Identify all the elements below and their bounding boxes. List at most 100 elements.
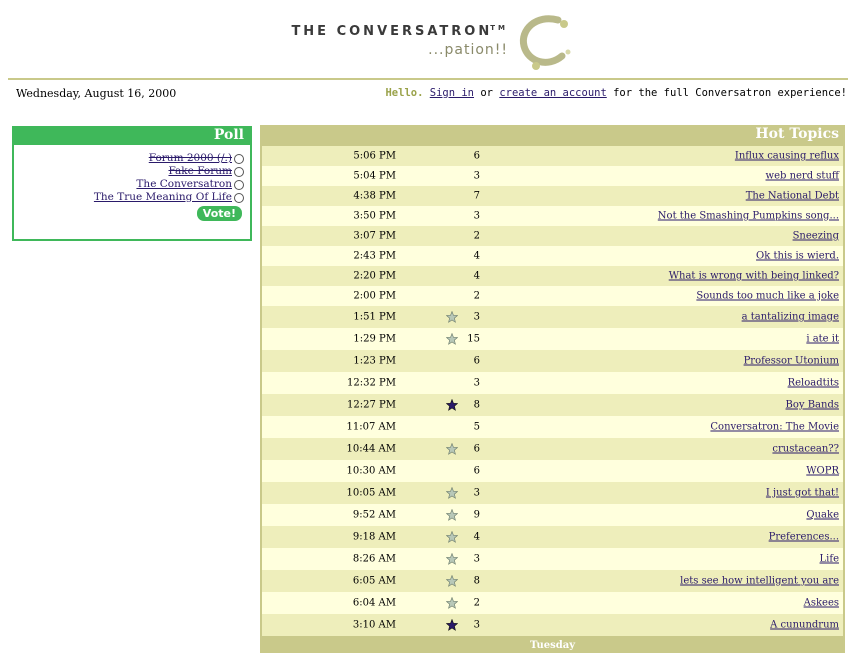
logo-swirl-icon xyxy=(519,15,571,70)
topic-title-link[interactable]: A cunundrum xyxy=(770,620,839,631)
topic-time: 2:43 PM xyxy=(353,250,396,262)
topic-reply-count: 3 xyxy=(473,487,480,499)
topic-title-link[interactable]: Preferences... xyxy=(769,532,839,543)
star-dark-icon xyxy=(446,399,458,411)
topic-row: What is wrong with being linked? 4 2:20 PM xyxy=(262,266,843,286)
radio-button[interactable] xyxy=(234,153,244,164)
topic-title-link[interactable]: i ate it xyxy=(806,334,839,345)
star-light-icon xyxy=(446,553,458,565)
topic-title-link[interactable]: I just got that! xyxy=(766,488,839,499)
topic-title-link[interactable]: Askees xyxy=(804,598,839,609)
topic-title-link[interactable]: The National Debt xyxy=(746,191,839,202)
logo-title: THE CONVERSATRON xyxy=(291,24,493,39)
topic-row: Not the Smashing Pumpkins song... 3 3:50 P… xyxy=(262,206,843,226)
hello-label: Hello. xyxy=(385,87,424,99)
topic-reply-count: 2 xyxy=(473,230,480,242)
topic-title-link[interactable]: What is wrong with being linked? xyxy=(669,271,839,282)
topic-time: 2:00 PM xyxy=(353,290,396,302)
topic-row: Askees 2 6:04 AM xyxy=(262,592,843,614)
topic-reply-count: 3 xyxy=(473,170,480,182)
topic-row: The National Debt 7 4:38 PM xyxy=(262,186,843,206)
topic-title-link[interactable]: Professor Utonium xyxy=(744,356,839,367)
radio-button[interactable] xyxy=(234,192,244,203)
create-account-link[interactable]: create an account xyxy=(499,87,606,99)
topic-reply-count: 9 xyxy=(473,509,480,521)
topic-title-link[interactable]: Sounds too much like a joke xyxy=(696,291,839,302)
topic-title-link[interactable]: Not the Smashing Pumpkins song... xyxy=(658,211,839,222)
topic-row: web nerd stuff 3 5:04 PM xyxy=(262,166,843,186)
topic-title-link[interactable]: lets see how intelligent you are xyxy=(680,576,839,587)
topic-title-link[interactable]: WOPR xyxy=(806,466,839,477)
star-light-icon xyxy=(446,333,458,345)
star-light-icon xyxy=(446,531,458,543)
topic-time: 6:04 AM xyxy=(352,597,396,609)
topic-row: i ate it 15 1:29 PM xyxy=(262,328,843,350)
topic-time: 8:26 AM xyxy=(352,553,396,565)
star-light-icon xyxy=(446,509,458,521)
topic-title-link[interactable]: a tantalizing image xyxy=(742,312,839,323)
hot-topics-panel: Hot Topics Influx causing reflux 6 5:06 PM… xyxy=(260,125,845,653)
topic-row: Conversatron: The Movie 5 11:07 AM xyxy=(262,416,843,438)
star-light-icon xyxy=(446,487,458,499)
poll-option[interactable]: Fake Forum xyxy=(94,165,244,178)
poll-option[interactable]: The Conversatron xyxy=(94,178,244,191)
logo[interactable]: THE CONVERSATRONTM ...pation!! xyxy=(288,24,508,58)
topic-time: 11:07 AM xyxy=(346,421,396,433)
topic-time: 12:32 PM xyxy=(347,377,396,389)
topic-reply-count: 6 xyxy=(473,465,480,477)
star-light-icon xyxy=(446,575,458,587)
topic-row: crustacean?? 6 10:44 AM xyxy=(262,438,843,460)
poll-option[interactable]: Forum 2000 (/.) xyxy=(94,152,244,165)
topic-row: Influx causing reflux 6 5:06 PM xyxy=(262,146,843,166)
poll-option-label[interactable]: Forum 2000 (/.) xyxy=(149,152,232,165)
current-date: Wednesday, August 16, 2000 xyxy=(16,87,177,100)
topic-time: 9:52 AM xyxy=(352,509,396,521)
topic-reply-count: 3 xyxy=(473,311,480,323)
topic-row: Boy Bands 8 12:27 PM xyxy=(262,394,843,416)
topic-title-link[interactable]: Sneezing xyxy=(793,231,839,242)
topic-reply-count: 3 xyxy=(473,377,480,389)
radio-button[interactable] xyxy=(234,166,244,177)
topic-title-link[interactable]: crustacean?? xyxy=(772,444,839,455)
topic-time: 10:30 AM xyxy=(346,465,396,477)
vote-button[interactable]: Vote! xyxy=(196,206,242,221)
topic-reply-count: 8 xyxy=(473,399,480,411)
star-light-icon xyxy=(446,311,458,323)
topic-title-link[interactable]: Conversatron: The Movie xyxy=(710,422,839,433)
topic-title-link[interactable]: web nerd stuff xyxy=(766,171,839,182)
topic-title-link[interactable]: Reloadtits xyxy=(788,378,839,389)
topic-reply-count: 7 xyxy=(473,190,480,202)
star-dark-icon xyxy=(446,619,458,631)
topic-title-link[interactable]: Boy Bands xyxy=(786,400,839,411)
topic-row: Ok this is wierd. 4 2:43 PM xyxy=(262,246,843,266)
topic-time: 9:18 AM xyxy=(352,531,396,543)
topic-row: Life 3 8:26 AM xyxy=(262,548,843,570)
topic-reply-count: 2 xyxy=(473,597,480,609)
topic-row: Sounds too much like a joke 2 2:00 PM xyxy=(262,286,843,306)
topic-title-link[interactable]: Life xyxy=(820,554,839,565)
topic-time: 6:05 AM xyxy=(352,575,396,587)
topic-time: 5:06 PM xyxy=(353,150,396,162)
poll-option-label[interactable]: The True Meaning Of Life xyxy=(94,191,232,204)
site-header: THE CONVERSATRONTM ...pation!! xyxy=(0,0,857,80)
topic-time: 4:38 PM xyxy=(353,190,396,202)
topic-reply-count: 2 xyxy=(473,290,480,302)
topic-title-link[interactable]: Ok this is wierd. xyxy=(756,251,839,262)
poll-header: Poll xyxy=(14,126,250,145)
topic-row: Quake 9 9:52 AM xyxy=(262,504,843,526)
poll-option-label[interactable]: Fake Forum xyxy=(168,165,232,178)
topic-time: 10:05 AM xyxy=(346,487,396,499)
hot-topics-header: Hot Topics xyxy=(260,125,845,146)
topic-reply-count: 4 xyxy=(473,270,480,282)
topic-time: 10:44 AM xyxy=(346,443,396,455)
topic-time: 12:27 PM xyxy=(347,399,396,411)
poll-option-label[interactable]: The Conversatron xyxy=(136,178,232,191)
topic-row: I just got that! 3 10:05 AM xyxy=(262,482,843,504)
topic-title-link[interactable]: Influx causing reflux xyxy=(735,151,839,162)
sign-in-link[interactable]: Sign in xyxy=(430,87,474,99)
topic-row: Preferences... 4 9:18 AM xyxy=(262,526,843,548)
topic-row: Sneezing 2 3:07 PM xyxy=(262,226,843,246)
poll-option[interactable]: The True Meaning Of Life xyxy=(94,191,244,204)
topic-title-link[interactable]: Quake xyxy=(806,510,839,521)
radio-button[interactable] xyxy=(234,179,244,190)
